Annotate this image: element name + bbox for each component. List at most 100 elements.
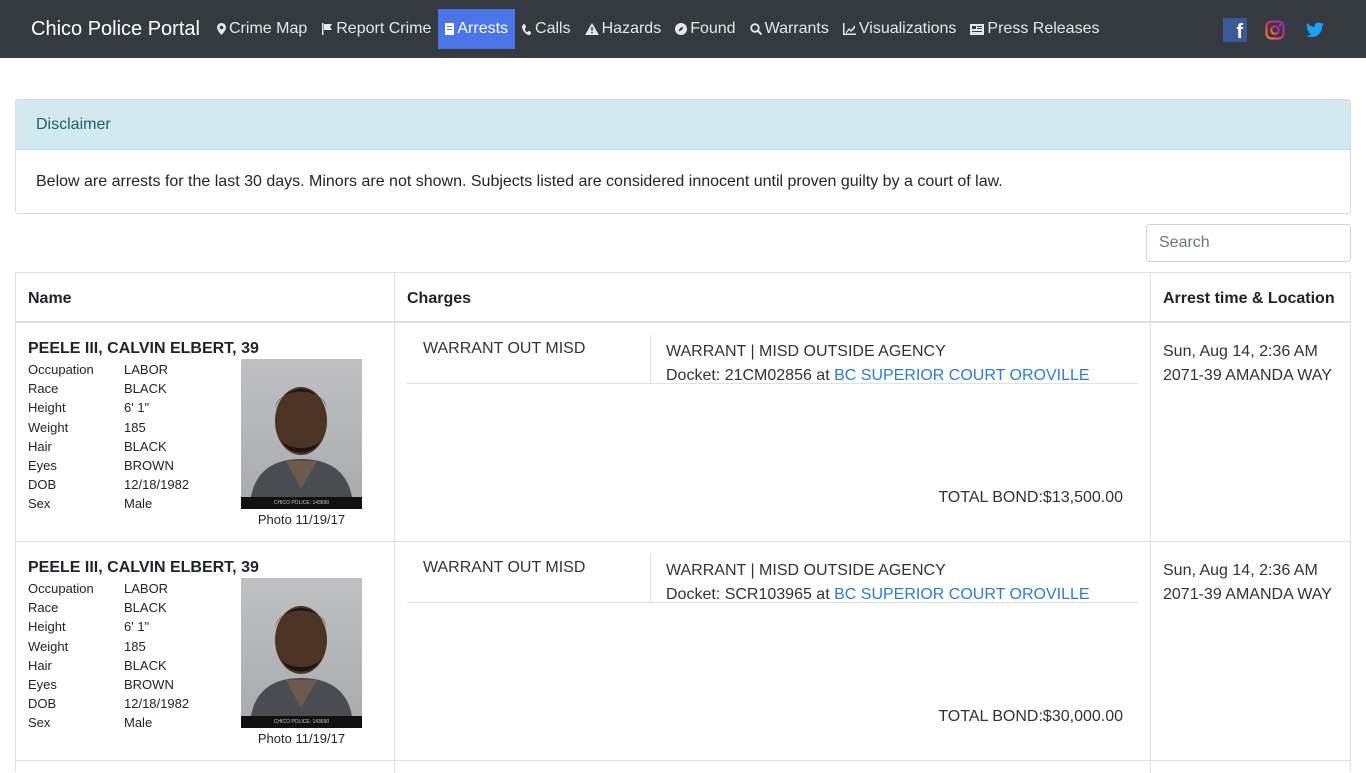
detail-label: DOB <box>28 477 57 493</box>
arrest-info: Sun, Aug 14, 2:36 AM 2071-39 AMANDA WAY <box>1163 559 1332 607</box>
nav-item-calls[interactable]: Calls <box>515 9 578 49</box>
top-navbar: Chico Police Portal Crime Map Report Cri… <box>0 0 1366 58</box>
nav-item-found[interactable]: Found <box>668 9 742 49</box>
nav-item-crime-map[interactable]: Crime Map <box>210 9 314 49</box>
detail-value: BROWN <box>124 457 174 473</box>
detail-label: Eyes <box>28 457 57 473</box>
nav-item-press-releases[interactable]: Press Releases <box>963 9 1106 49</box>
warning-icon <box>584 23 599 35</box>
detail-label: Occupation <box>28 581 94 596</box>
arrest-location: 2071-39 AMANDA WAY <box>1163 586 1332 603</box>
arrest-location: 2071-39 AMANDA WAY <box>1163 367 1332 384</box>
nav-label: Warrants <box>764 20 829 37</box>
nav-item-visualizations[interactable]: Visualizations <box>836 9 964 49</box>
detail-value: Male <box>124 496 153 512</box>
charge-separator <box>407 383 1138 384</box>
detail-label: Race <box>28 600 59 616</box>
person-silhouette-icon <box>251 387 352 497</box>
arrestee-details: Occupation LABOR Race BLACK Height 6' 1" We… <box>28 581 189 735</box>
detail-value: BLACK <box>124 600 167 616</box>
column-header-arrest[interactable]: Arrest time & Location <box>1151 273 1350 323</box>
arrests-table: Name Charges Arrest time & Location PEEL… <box>15 272 1351 773</box>
photo-caption: Photo 11/19/17 <box>257 512 346 527</box>
detail-value: 6' 1" <box>124 400 150 416</box>
detail-value: LABOR <box>124 581 169 596</box>
detail-value: BLACK <box>124 657 167 673</box>
map-marker-icon <box>217 23 226 35</box>
detail-label: DOB <box>28 696 57 712</box>
arrestee-name: PEELE III, CALVIN ELBERT, 39 <box>28 340 259 357</box>
detail-value: BROWN <box>124 676 174 692</box>
detail-label: Eyes <box>28 676 57 692</box>
arrestee-details: Occupation LABOR Race BLACK Height 6' 1" We… <box>28 362 189 516</box>
nav-item-report-crime[interactable]: Report Crime <box>314 9 438 49</box>
court-link[interactable]: BC SUPERIOR COURT OROVILLE <box>834 367 1089 384</box>
nav-label: Crime Map <box>229 20 308 37</box>
newspaper-icon <box>970 23 985 35</box>
person-silhouette-icon <box>251 606 352 716</box>
docket-number: Docket: SCR103965 at <box>666 586 830 603</box>
nav-label: Calls <box>535 20 571 37</box>
disclaimer-card: Disclaimer Below are arrests for the las… <box>15 99 1351 214</box>
detail-label: Weight <box>28 419 69 435</box>
charge-divider <box>650 335 651 383</box>
total-bond: TOTAL BOND:$13,500.00 <box>938 489 1123 506</box>
detail-label: Hair <box>28 657 52 673</box>
charge-description: WARRANT | MISD OUTSIDE AGENCY <box>666 343 946 360</box>
mugshot-photo[interactable]: CHICO POLICE: 143690 <box>241 359 362 509</box>
mugshot-label: CHICO POLICE: 143690 <box>241 497 362 509</box>
detail-label: Hair <box>28 438 52 454</box>
detail-value: 185 <box>124 419 146 435</box>
instagram-icon[interactable] <box>1265 20 1285 40</box>
charge-description: WARRANT | MISD OUTSIDE AGENCY <box>666 562 946 579</box>
facebook-icon[interactable]: f <box>1223 18 1247 42</box>
nav-label: Report Crime <box>336 20 432 37</box>
disclaimer-title: Disclaimer <box>16 100 1350 150</box>
column-header-name[interactable]: Name <box>16 273 395 323</box>
nav-label: Found <box>690 20 736 37</box>
detail-value: BLACK <box>124 438 167 454</box>
charge-separator <box>407 602 1138 603</box>
total-bond: TOTAL BOND:$30,000.00 <box>938 708 1123 725</box>
id-card-icon <box>445 23 455 35</box>
arrest-time: Sun, Aug 14, 2:36 AM <box>1163 562 1318 579</box>
column-header-charges[interactable]: Charges <box>395 273 1151 323</box>
nav-label: Hazards <box>601 20 662 37</box>
detail-value: 12/18/1982 <box>124 696 190 712</box>
detail-value: LABOR <box>124 362 169 377</box>
charge-detail: WARRANT | MISD OUTSIDE AGENCY Docket: SC… <box>666 559 1090 607</box>
charge-divider <box>650 554 651 602</box>
arrest-info: Sun, Aug 14, 2:36 AM 2071-39 AMANDA WAY <box>1163 340 1332 388</box>
detail-label: Race <box>28 381 59 397</box>
nav-item-arrests[interactable]: Arrests <box>438 9 516 49</box>
search-input[interactable] <box>1146 224 1351 262</box>
detail-label: Occupation <box>28 362 94 377</box>
compass-icon <box>675 23 688 35</box>
court-link[interactable]: BC SUPERIOR COURT OROVILLE <box>834 586 1089 603</box>
detail-label: Weight <box>28 638 69 654</box>
charge-detail: WARRANT | MISD OUTSIDE AGENCY Docket: 21… <box>666 340 1090 388</box>
twitter-icon[interactable] <box>1306 21 1324 39</box>
detail-value: BLACK <box>124 381 167 397</box>
arrest-time: Sun, Aug 14, 2:36 AM <box>1163 343 1318 360</box>
nav-label: Visualizations <box>858 20 957 37</box>
detail-value: 12/18/1982 <box>124 477 190 493</box>
charge-type: WARRANT OUT MISD <box>423 559 586 576</box>
mugshot-photo[interactable]: CHICO POLICE: 143690 <box>241 578 362 728</box>
table-row: PEELE III, CALVIN ELBERT, 39 Occupation L… <box>16 323 1350 542</box>
detail-value: 6' 1" <box>124 619 150 635</box>
nav-item-hazards[interactable]: Hazards <box>578 9 669 49</box>
nav-label: Arrests <box>457 20 509 37</box>
docket-line: Docket: 21CM02856 at BC SUPERIOR COURT O… <box>666 364 1090 388</box>
flag-icon <box>322 23 333 35</box>
detail-label: Sex <box>28 496 51 512</box>
arrestee-name: PEELE III, CALVIN ELBERT, 39 <box>28 559 259 576</box>
nav-item-warrants[interactable]: Warrants <box>743 9 836 49</box>
detail-label: Sex <box>28 715 51 731</box>
disclaimer-text: Below are arrests for the last 30 days. … <box>36 173 1003 190</box>
docket-number: Docket: 21CM02856 at <box>666 367 830 384</box>
brand-title[interactable]: Chico Police Portal <box>31 17 200 41</box>
mugshot-label: CHICO POLICE: 143690 <box>241 716 362 728</box>
detail-value: Male <box>124 715 153 731</box>
charge-type: WARRANT OUT MISD <box>423 340 586 357</box>
